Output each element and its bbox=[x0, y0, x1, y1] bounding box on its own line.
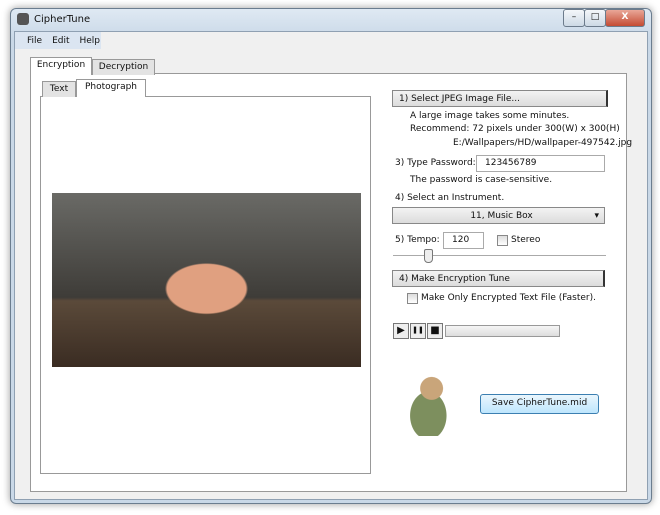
tempo-label: 5) Tempo: bbox=[395, 235, 440, 245]
save-button[interactable]: Save CipherTune.mid bbox=[480, 394, 599, 414]
tab-encryption[interactable]: Encryption bbox=[30, 57, 92, 75]
menu-help[interactable]: Help bbox=[80, 36, 101, 46]
maximize-button[interactable]: □ bbox=[584, 9, 606, 27]
password-input[interactable]: 123456789 bbox=[476, 155, 605, 172]
tab-decryption[interactable]: Decryption bbox=[92, 59, 155, 75]
menu-bar: File Edit Help bbox=[15, 32, 101, 49]
password-label: 3) Type Password: bbox=[395, 158, 476, 168]
photo-preview bbox=[52, 193, 361, 367]
playback-progress bbox=[445, 325, 560, 337]
subtab-text[interactable]: Text bbox=[42, 81, 76, 97]
pause-button[interactable]: ❚❚ bbox=[410, 323, 426, 339]
chevron-down-icon: ▾ bbox=[594, 211, 599, 221]
instrument-select[interactable]: 11, Music Box ▾ bbox=[392, 207, 605, 224]
make-tune-button[interactable]: 4) Make Encryption Tune bbox=[392, 270, 605, 287]
select-jpeg-button[interactable]: 1) Select JPEG Image File... bbox=[392, 90, 608, 107]
instrument-label: 4) Select an Instrument. bbox=[395, 193, 505, 203]
tempo-slider-thumb[interactable] bbox=[423, 249, 433, 263]
instrument-value: 11, Music Box bbox=[470, 211, 533, 221]
stop-button[interactable]: ■ bbox=[427, 323, 443, 339]
menu-file[interactable]: File bbox=[27, 36, 42, 46]
tempo-input[interactable]: 120 bbox=[443, 232, 484, 249]
close-button[interactable]: X bbox=[605, 9, 645, 27]
subtab-photograph[interactable]: Photograph bbox=[76, 79, 146, 97]
password-note: The password is case-sensitive. bbox=[410, 175, 553, 185]
only-text-checkbox[interactable] bbox=[407, 293, 418, 304]
menu-edit[interactable]: Edit bbox=[52, 36, 69, 46]
window-title: CipherTune bbox=[34, 14, 91, 25]
only-text-label: Make Only Encrypted Text File (Faster). bbox=[421, 293, 596, 303]
stereo-checkbox[interactable] bbox=[497, 235, 508, 246]
size-note: A large image takes some minutes. bbox=[410, 111, 570, 121]
minimize-button[interactable]: – bbox=[563, 9, 585, 27]
recommend-note: Recommend: 72 pixels under 300(W) x 300(… bbox=[410, 124, 620, 134]
play-button[interactable]: ▶ bbox=[393, 323, 409, 339]
mascot-image bbox=[392, 368, 458, 436]
app-icon bbox=[17, 13, 29, 25]
file-path: E:/Wallpapers/HD/wallpaper-497542.jpg bbox=[453, 138, 633, 148]
stereo-label: Stereo bbox=[511, 235, 541, 245]
